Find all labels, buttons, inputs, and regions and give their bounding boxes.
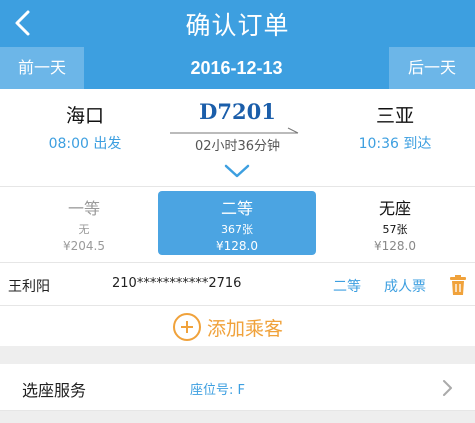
- seat-service-row[interactable]: 选座服务 座位号: F: [0, 364, 475, 411]
- seat-option-first-class[interactable]: 一等 无 ¥204.5: [5, 191, 163, 255]
- seat-service-label: 选座服务: [22, 381, 87, 400]
- passenger-id-number: 210***********2716: [112, 276, 242, 291]
- seat-class-selector: 一等 无 ¥204.5 二等 367张 ¥128.0 无座 57张 ¥128.0: [0, 186, 475, 258]
- departure-station-name: 海口: [65, 105, 104, 127]
- trip-duration: 02小时36分钟: [194, 139, 281, 154]
- arrival-station: 三亚 10:36 到达: [345, 101, 445, 153]
- train-number: D7201: [199, 99, 276, 124]
- seat-price: ¥204.5: [63, 239, 105, 253]
- section-divider: [0, 346, 475, 364]
- prev-day-button[interactable]: 前一天: [0, 47, 84, 89]
- add-passenger-row: 添加乘客: [0, 306, 475, 346]
- trash-icon[interactable]: [450, 275, 466, 295]
- travel-date[interactable]: 2016-12-13: [84, 47, 389, 89]
- passenger-name: 王利阳: [8, 279, 50, 295]
- add-passenger-button[interactable]: 添加乘客: [173, 312, 283, 342]
- seat-availability: 无: [78, 223, 90, 236]
- passenger-row[interactable]: 王利阳 210***********2716 二等 成人票: [0, 262, 475, 306]
- seat-option-standing[interactable]: 无座 57张 ¥128.0: [316, 191, 474, 255]
- chevron-right-icon: [443, 380, 452, 396]
- passenger-ticket-type[interactable]: 成人票: [384, 276, 426, 296]
- seat-availability: 57张: [382, 223, 408, 236]
- seat-class-label: 二等: [220, 199, 253, 218]
- arrival-station-name: 三亚: [375, 105, 414, 127]
- arrival-time: 10:36 到达: [358, 136, 432, 152]
- app-header: 确认订单: [0, 0, 475, 47]
- seat-number-value: 座位号: F: [190, 383, 245, 398]
- seat-option-second-class[interactable]: 二等 367张 ¥128.0: [158, 191, 316, 255]
- seat-class-label: 无座: [378, 199, 411, 218]
- departure-station: 海口 08:00 出发: [35, 101, 135, 153]
- chevron-down-icon[interactable]: [223, 163, 251, 179]
- plus-circle-icon: [173, 313, 201, 341]
- seat-price: ¥128.0: [374, 239, 416, 253]
- seat-availability: 367张: [221, 223, 253, 236]
- add-passenger-label: 添加乘客: [207, 317, 284, 340]
- passenger-seat-class[interactable]: 二等: [333, 276, 361, 296]
- date-bar: 前一天 2016-12-13 后一天: [0, 47, 475, 89]
- departure-time: 08:00 出发: [48, 136, 122, 152]
- route-arrow-icon: [170, 127, 299, 134]
- page-title: 确认订单: [185, 11, 290, 40]
- seat-price: ¥128.0: [216, 239, 258, 253]
- seat-class-label: 一等: [67, 199, 100, 218]
- bottom-spacer: [0, 411, 475, 423]
- train-info: 海口 08:00 出发 D7201 02小时36分钟 三亚 10:36 到达: [0, 89, 475, 159]
- next-day-button[interactable]: 后一天: [389, 47, 475, 89]
